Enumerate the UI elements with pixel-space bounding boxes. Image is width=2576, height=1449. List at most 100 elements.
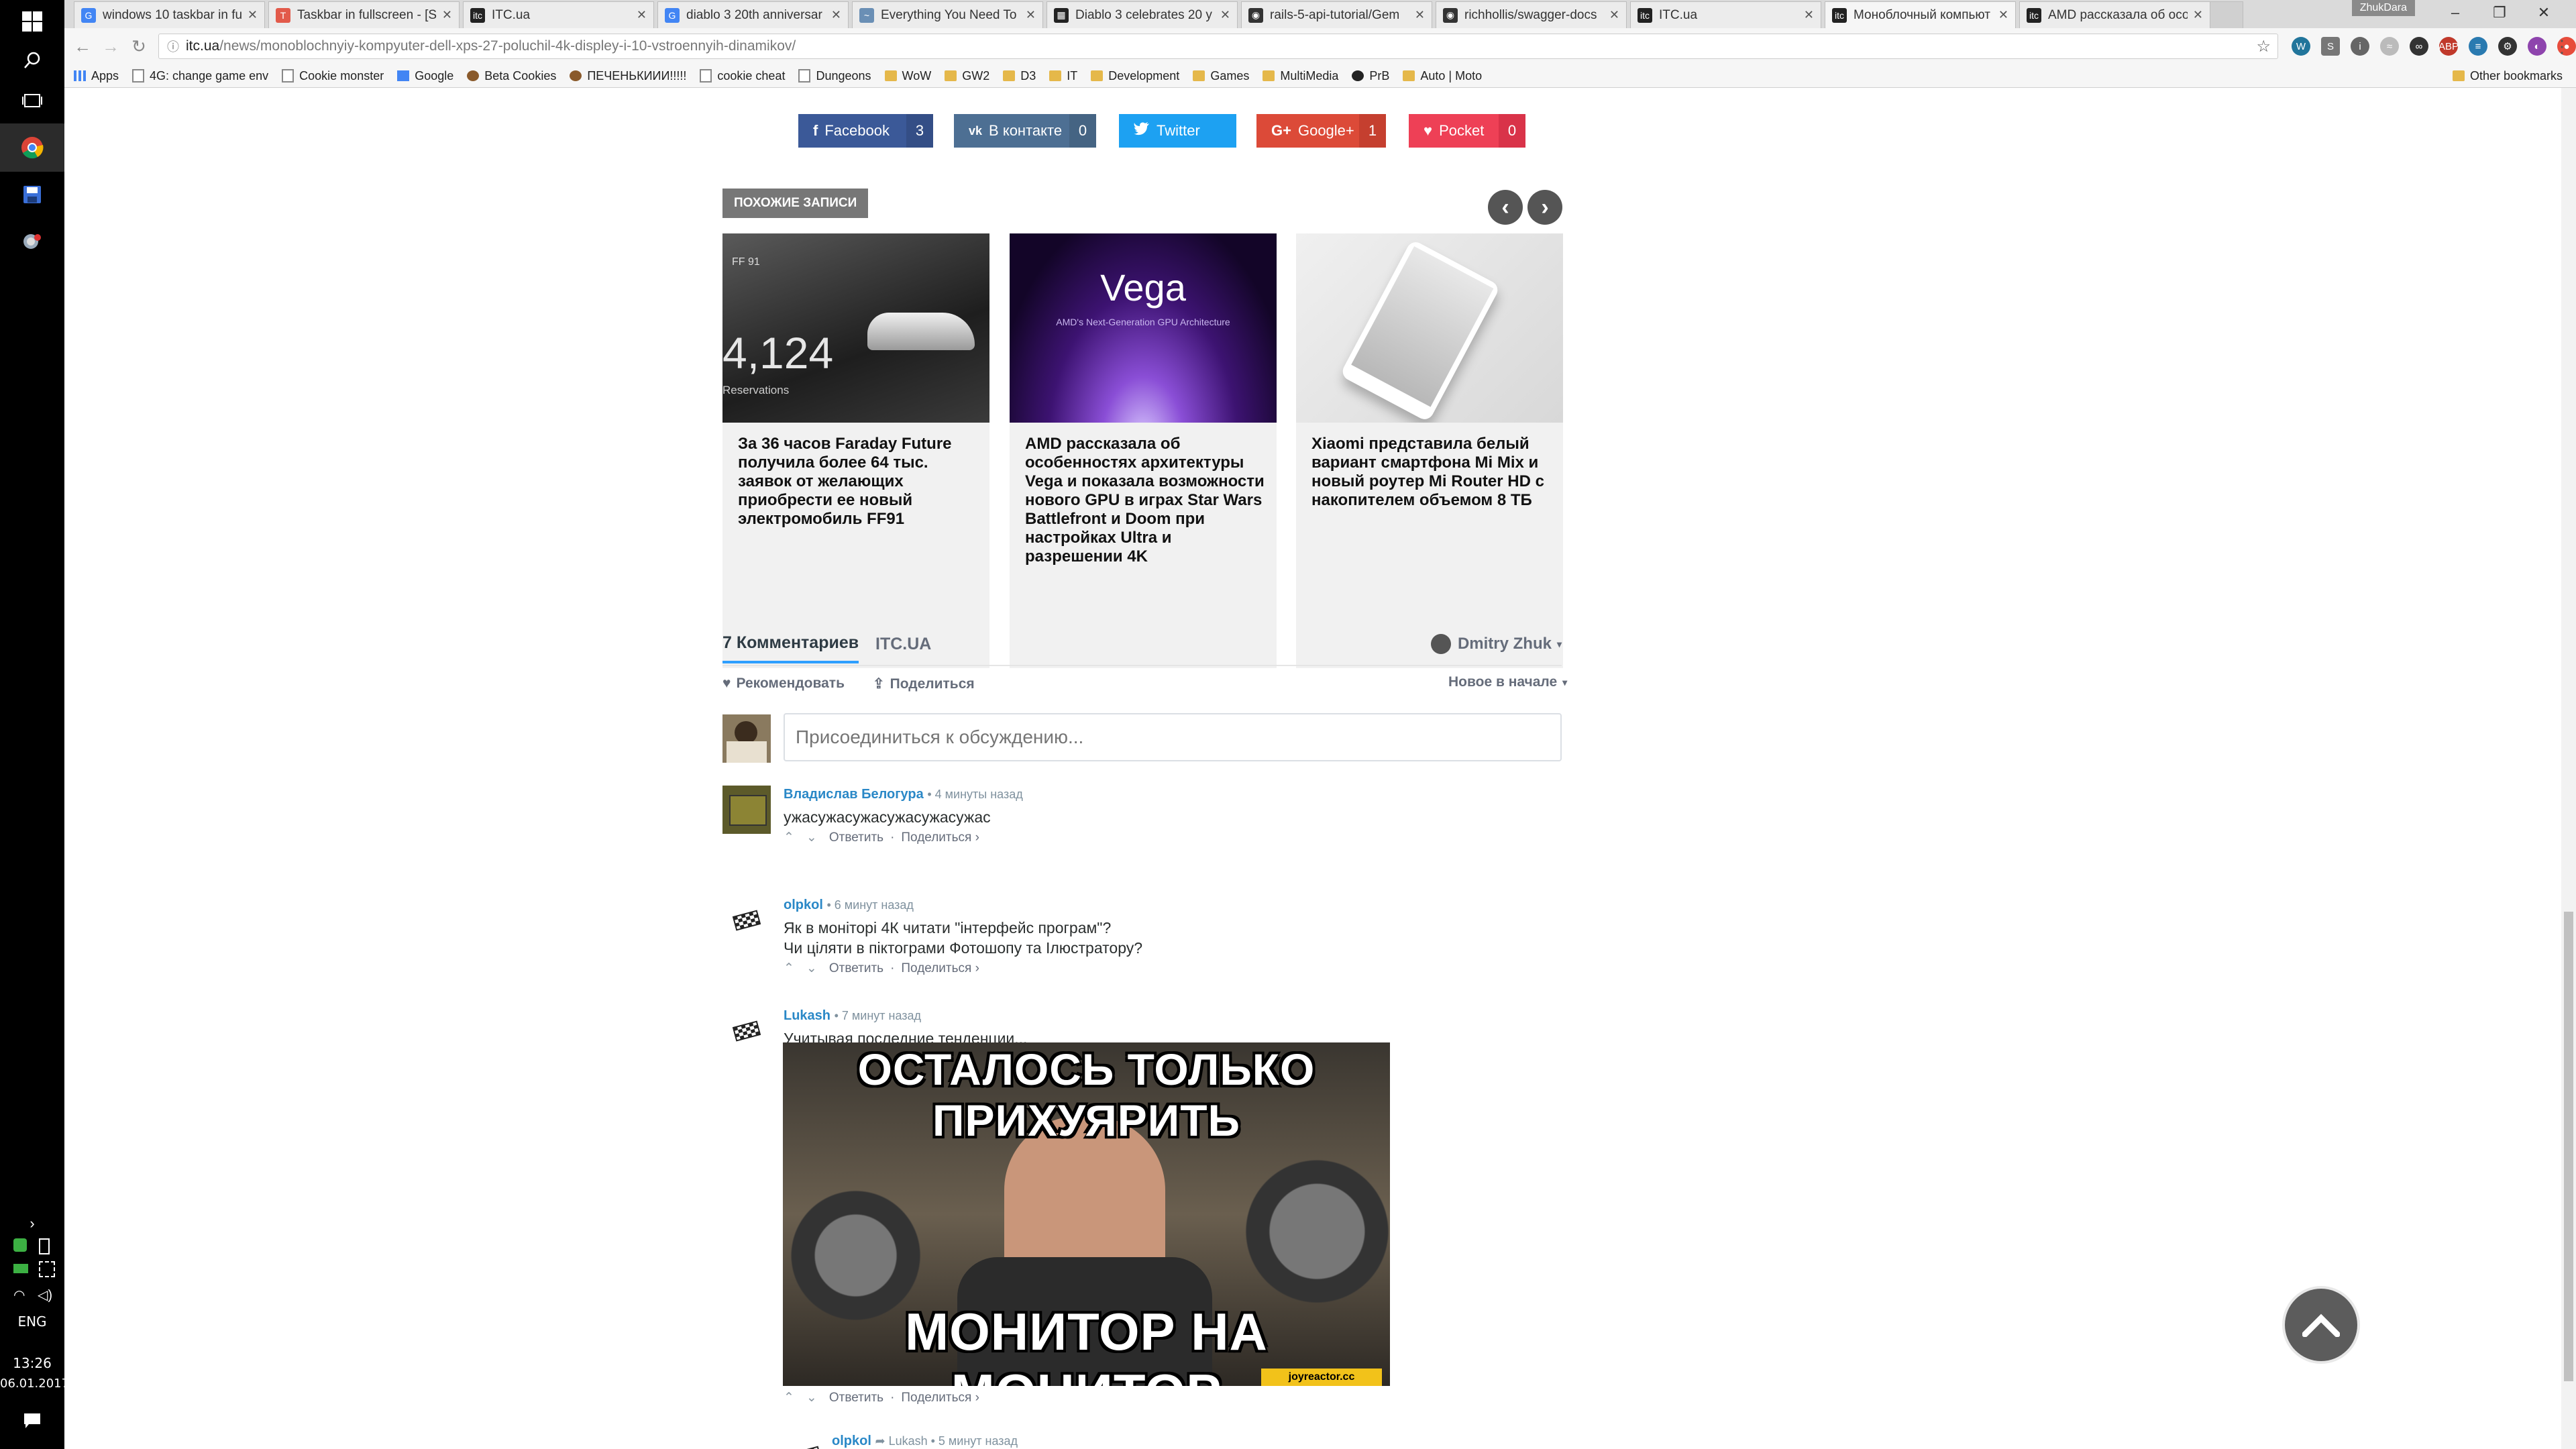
forward-icon[interactable]: →: [99, 35, 122, 58]
other-bookmarks-folder[interactable]: Other bookmarks: [2452, 64, 2563, 87]
extension-icon[interactable]: ◐: [2528, 37, 2546, 56]
network-share-icon[interactable]: [39, 1261, 55, 1277]
downvote-icon[interactable]: ⌄: [806, 830, 817, 845]
upvote-icon[interactable]: ⌃: [784, 830, 794, 845]
window-user-badge[interactable]: ZhukDara: [2351, 0, 2415, 16]
author-name[interactable]: olpkol: [784, 898, 823, 912]
back-icon[interactable]: ←: [71, 35, 94, 58]
tab-close-icon[interactable]: ✕: [2193, 8, 2203, 22]
comment-author[interactable]: olpkol ➦ Lukash • 5 минут назад: [832, 1434, 1018, 1449]
comment-author[interactable]: olpkol • 6 минут назад: [784, 898, 914, 913]
tab-close-icon[interactable]: ✕: [637, 8, 647, 22]
bookmark-item[interactable]: 4G: change game env: [132, 69, 268, 83]
clock-time[interactable]: 13:26: [0, 1355, 64, 1371]
tab-close-icon[interactable]: ✕: [1804, 8, 1814, 22]
bookmark-item[interactable]: Cookie monster: [282, 69, 384, 83]
action-center-icon[interactable]: [16, 1405, 48, 1437]
browser-tab[interactable]: ▦ Diablo 3 celebrates 20 y ✕: [1046, 1, 1238, 28]
tab-close-icon[interactable]: ✕: [248, 8, 258, 22]
related-card-image[interactable]: Vega AMD's Next-Generation GPU Architect…: [1010, 233, 1277, 423]
page-info-icon[interactable]: ⓘ: [167, 38, 179, 55]
comment-time[interactable]: 7 минут назад: [842, 1009, 921, 1022]
bookmark-item[interactable]: MultiMedia: [1263, 69, 1338, 83]
tab-close-icon[interactable]: ✕: [1998, 8, 2008, 22]
author-name[interactable]: Владислав Белогура: [784, 787, 924, 802]
comment-time[interactable]: 6 минут назад: [835, 898, 914, 912]
clock-date[interactable]: 06.01.2017: [0, 1377, 69, 1391]
avatar[interactable]: [722, 896, 771, 945]
scrollbar-thumb[interactable]: [2564, 912, 2573, 1381]
sort-dropdown[interactable]: Новое в начале ▾: [1448, 674, 1567, 690]
minimize-icon[interactable]: –: [2435, 3, 2475, 23]
browser-tab[interactable]: itc ITC.ua ✕: [1630, 1, 1821, 28]
bookmark-item[interactable]: Dungeons: [798, 69, 871, 83]
comment-input[interactable]: [784, 713, 1562, 761]
tab-close-icon[interactable]: ✕: [831, 8, 841, 22]
user-menu[interactable]: Dmitry Zhuk ▾: [1430, 625, 1562, 663]
share-facebook-button[interactable]: f Facebook 3: [798, 114, 933, 148]
tab-close-icon[interactable]: ✕: [1609, 8, 1619, 22]
bookmark-item[interactable]: GW2: [945, 69, 989, 83]
current-user-avatar[interactable]: [722, 714, 771, 763]
browser-tab[interactable]: ~ Everything You Need To ✕: [852, 1, 1043, 28]
related-card-image[interactable]: [1296, 233, 1563, 423]
share-thread-button[interactable]: ⇪ Поделиться: [873, 676, 975, 692]
nvidia-icon[interactable]: [13, 1264, 28, 1273]
extension-icon[interactable]: S: [2321, 37, 2340, 56]
share-pocket-button[interactable]: ♥ Pocket 0: [1409, 114, 1525, 148]
tab-close-icon[interactable]: ✕: [1026, 8, 1036, 22]
author-name[interactable]: Lukash: [784, 1008, 830, 1023]
share-link[interactable]: Поделиться ›: [901, 830, 979, 845]
share-vk-button[interactable]: vk В контакте 0: [954, 114, 1096, 148]
share-link[interactable]: Поделиться ›: [901, 1391, 979, 1405]
extension-icon[interactable]: ≈: [2380, 37, 2399, 56]
bookmark-star-icon[interactable]: ☆: [2256, 37, 2271, 56]
downvote-icon[interactable]: ⌄: [806, 1390, 817, 1405]
carousel-prev-button[interactable]: ‹: [1488, 190, 1523, 225]
extension-icon[interactable]: ≡: [2469, 37, 2487, 56]
windows-start-icon[interactable]: [16, 5, 48, 38]
language-indicator[interactable]: ENG: [0, 1313, 64, 1330]
reply-link[interactable]: Ответить: [829, 830, 883, 845]
tab-close-icon[interactable]: ✕: [1220, 8, 1230, 22]
bookmark-item[interactable]: ПЕЧЕНЬКИИИ!!!!!: [570, 69, 686, 83]
wifi-icon[interactable]: ◠: [13, 1287, 25, 1303]
comment-author[interactable]: Lukash • 7 минут назад: [784, 1008, 921, 1024]
bookmark-item[interactable]: cookie cheat: [700, 69, 785, 83]
reply-link[interactable]: Ответить: [829, 1391, 883, 1405]
carousel-next-button[interactable]: ›: [1527, 190, 1562, 225]
bookmark-item[interactable]: Apps: [74, 69, 119, 83]
browser-tab[interactable]: ◉ richhollis/swagger-docs ✕: [1436, 1, 1627, 28]
chevron-up-icon[interactable]: ›: [16, 1208, 48, 1240]
wordpress-extension-icon[interactable]: W: [2292, 37, 2310, 56]
task-view-icon[interactable]: [16, 85, 48, 117]
app-icon[interactable]: [16, 225, 48, 258]
save-disk-icon[interactable]: [16, 178, 48, 211]
tab-community[interactable]: ITC.UA: [875, 625, 931, 663]
bookmark-item[interactable]: WoW: [884, 69, 931, 83]
chrome-menu-icon[interactable]: ⋮: [2551, 35, 2573, 58]
maximize-icon[interactable]: ❐: [2479, 3, 2520, 23]
recommend-button[interactable]: ♥ Рекомендовать: [722, 676, 845, 692]
comment-author[interactable]: Владислав Белогура • 4 минуты назад: [784, 787, 1023, 802]
related-card[interactable]: Vega AMD's Next-Generation GPU Architect…: [1010, 233, 1277, 668]
browser-tab[interactable]: T Taskbar in fullscreen - [S ✕: [268, 1, 460, 28]
browser-tab[interactable]: Gwindows 10 taskbar in fu ✕: [74, 1, 265, 28]
comment-time[interactable]: 5 минут назад: [938, 1434, 1018, 1448]
glasses-extension-icon[interactable]: ∞: [2410, 37, 2428, 56]
browser-tab[interactable]: ◉ rails-5-api-tutorial/Gem ✕: [1241, 1, 1432, 28]
bookmark-item[interactable]: Development: [1091, 69, 1179, 83]
avatar[interactable]: [722, 1007, 771, 1055]
browser-tab[interactable]: itc AMD рассказала об осо ✕: [2019, 1, 2210, 28]
tab-close-icon[interactable]: ✕: [1415, 8, 1425, 22]
address-bar[interactable]: ⓘ itc.ua/news/monoblochnyiy-kompyuter-de…: [158, 34, 2278, 59]
related-card-title[interactable]: AMD рассказала об особенностях архитекту…: [1025, 435, 1267, 566]
reply-link[interactable]: Ответить: [829, 961, 883, 976]
share-link[interactable]: Поделиться ›: [901, 961, 979, 976]
related-card-image[interactable]: FF 91 4,124 Reservations: [722, 233, 989, 423]
related-card-title[interactable]: Xiaomi представила белый вариант смартфо…: [1311, 435, 1553, 510]
gear-extension-icon[interactable]: ⚙: [2498, 37, 2517, 56]
browser-tab[interactable]: itc ITC.ua ✕: [463, 1, 654, 28]
volume-icon[interactable]: ◁): [38, 1287, 52, 1303]
bookmark-item[interactable]: Beta Cookies: [467, 69, 556, 83]
